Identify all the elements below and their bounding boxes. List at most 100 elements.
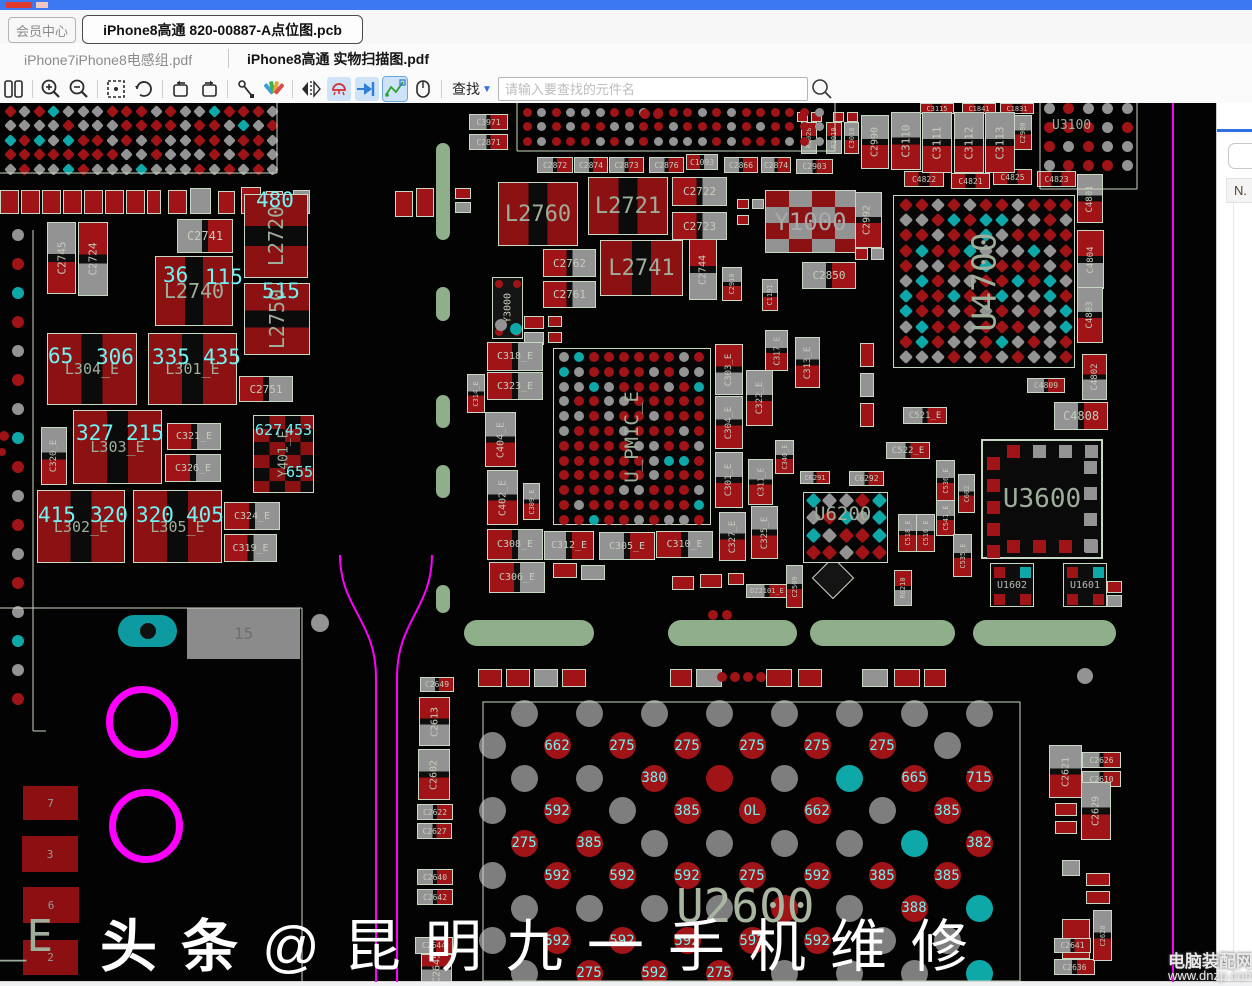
component-L2721[interactable]: L2721 bbox=[588, 177, 668, 235]
component-DZ2101_E[interactable]: DZ2101_E bbox=[746, 584, 788, 598]
component-C308_E[interactable]: C308_E bbox=[487, 529, 543, 560]
component-C541_E[interactable]: C541_E bbox=[936, 500, 955, 536]
component-C321_E[interactable]: C321_E bbox=[167, 423, 221, 450]
component-C2871[interactable]: C2871 bbox=[469, 134, 508, 150]
marquee-zoom-icon[interactable] bbox=[104, 77, 128, 101]
component-C2741[interactable]: C2741 bbox=[177, 219, 233, 253]
component-R6210[interactable]: R6210 bbox=[894, 570, 912, 606]
component-C2761[interactable]: C2761 bbox=[543, 281, 596, 308]
component-C2640[interactable]: C2640 bbox=[417, 869, 453, 885]
component-C535_E[interactable]: C535_E bbox=[953, 534, 972, 577]
search-input[interactable] bbox=[498, 77, 808, 101]
component-C2629[interactable]: C2629 bbox=[1081, 782, 1111, 840]
component-C327_E[interactable]: C327_E bbox=[719, 512, 746, 561]
component-C4808[interactable]: C4808 bbox=[1054, 402, 1108, 430]
component-C2509[interactable]: C2509 bbox=[786, 565, 803, 608]
component-C1093[interactable]: C1093 bbox=[686, 154, 718, 170]
component-C340_E[interactable]: C340_E bbox=[775, 440, 794, 474]
component-C325_E[interactable]: C325_E bbox=[751, 506, 778, 559]
component-C319_E[interactable]: C319_E bbox=[224, 534, 277, 562]
bga-u4700[interactable]: U4700 bbox=[893, 195, 1075, 368]
component-C303_E[interactable]: C303_E bbox=[715, 344, 743, 395]
component-C314_E[interactable]: C314_E bbox=[467, 374, 485, 413]
component-C2636[interactable]: C2636 bbox=[1054, 959, 1095, 975]
component-C2992[interactable]: C2992 bbox=[852, 192, 882, 248]
component-C2627[interactable]: C2627 bbox=[417, 823, 452, 839]
tab-scan-pdf[interactable]: iPhone8高通 实物扫描图.pdf bbox=[247, 49, 429, 69]
component-C4822[interactable]: C4822 bbox=[904, 171, 944, 187]
component-C1191[interactable]: C1191 bbox=[762, 279, 778, 311]
component-C313_E[interactable]: C313_E bbox=[795, 337, 820, 388]
bga-u3100[interactable]: U3100 bbox=[1040, 103, 1137, 189]
component-diamond[interactable] bbox=[812, 557, 854, 599]
component-C4821[interactable]: C4821 bbox=[951, 173, 990, 189]
component-C2903[interactable]: C2903 bbox=[796, 159, 833, 174]
component-C521_E[interactable]: C521_E bbox=[903, 407, 947, 424]
component-C320_E[interactable]: C320_E bbox=[41, 427, 67, 485]
component-Y1000[interactable]: Y1000 bbox=[765, 190, 856, 253]
window-titlebar[interactable] bbox=[0, 0, 1252, 10]
bga-tl[interactable] bbox=[0, 103, 278, 173]
component-C2622[interactable]: C2622 bbox=[417, 804, 453, 820]
component-C2621[interactable]: C2621 bbox=[1049, 745, 1082, 798]
member-center-button[interactable]: 会员中心 bbox=[8, 17, 76, 43]
component-C2745[interactable]: C2745 bbox=[47, 222, 76, 294]
component-C602[interactable]: C602 bbox=[958, 474, 975, 513]
component-C6291[interactable]: C6291 bbox=[800, 471, 830, 484]
mirror-flip-icon[interactable] bbox=[299, 77, 323, 101]
component-C305_E[interactable]: C305_E bbox=[599, 532, 655, 560]
component-C2873[interactable]: C2873 bbox=[609, 157, 644, 173]
component-C318_E[interactable]: C318_E bbox=[487, 342, 543, 371]
zoom-out-icon[interactable] bbox=[67, 77, 91, 101]
component-C2850[interactable]: C2850 bbox=[802, 262, 856, 289]
component-C3112[interactable]: C3112 bbox=[954, 112, 984, 173]
chevron-down-icon[interactable]: ▼ bbox=[482, 84, 492, 95]
component-C516_E[interactable]: C516_E bbox=[916, 514, 935, 552]
zoom-in-icon[interactable] bbox=[39, 77, 63, 101]
component-C2876[interactable]: C2876 bbox=[649, 157, 684, 173]
component-C2602[interactable]: C2602 bbox=[418, 749, 450, 800]
component-C404_E[interactable]: C404_E bbox=[485, 412, 516, 467]
pcb-file-tab[interactable]: iPhone8高通 820-00887-A点位图.pcb bbox=[82, 15, 363, 44]
component-C323_E[interactable]: C323_E bbox=[487, 372, 543, 400]
component-C3113[interactable]: C3113 bbox=[985, 112, 1015, 173]
diode-step-icon[interactable] bbox=[355, 77, 379, 101]
component-C4809[interactable]: C4809 bbox=[1027, 378, 1065, 393]
component-C6292[interactable]: C6292 bbox=[849, 471, 884, 486]
component-C3110[interactable]: C3110 bbox=[891, 112, 921, 170]
component-C2723[interactable]: C2723 bbox=[672, 212, 727, 240]
measure-icon[interactable] bbox=[383, 77, 407, 101]
component-C4804[interactable]: C4804 bbox=[1077, 230, 1104, 289]
panel-search-box[interactable] bbox=[1228, 143, 1252, 169]
component-C2641[interactable]: C2641 bbox=[1054, 938, 1091, 953]
component-C4803[interactable]: C4803 bbox=[1077, 287, 1103, 343]
component-C3971[interactable]: C3971 bbox=[469, 114, 508, 130]
component-C301_E[interactable]: C301_E bbox=[715, 452, 743, 508]
component-C536_E[interactable]: C536_E bbox=[936, 460, 955, 501]
component-C4802[interactable]: C4802 bbox=[1082, 354, 1107, 400]
find-label[interactable]: 查找 bbox=[452, 79, 480, 99]
search-icon[interactable] bbox=[810, 77, 834, 101]
connector-pin-3[interactable]: 3 bbox=[22, 836, 78, 872]
component-C2649[interactable]: C2649 bbox=[420, 677, 454, 692]
rotate-icon[interactable] bbox=[132, 77, 156, 101]
bga-u6200[interactable]: U6200 bbox=[803, 492, 888, 563]
component-C2762[interactable]: C2762 bbox=[543, 249, 596, 277]
pcb-canvas[interactable]: C2741C2722C2723C2762C2761C2850C2751C321_… bbox=[0, 103, 1216, 982]
component-C2724[interactable]: C2724 bbox=[78, 222, 108, 296]
connector-pin-7[interactable]: 7 bbox=[23, 786, 78, 820]
component-C2722[interactable]: C2722 bbox=[672, 177, 727, 206]
component-C326_E[interactable]: C326_E bbox=[165, 454, 221, 482]
component-C311_E[interactable]: C311_E bbox=[748, 459, 773, 505]
component-C2874[interactable]: C2874 bbox=[761, 157, 791, 173]
component-L2760[interactable]: L2760 bbox=[498, 182, 578, 246]
component-C324_E[interactable]: C324_E bbox=[224, 502, 280, 530]
rotate-left-icon[interactable] bbox=[169, 77, 193, 101]
component-C3111[interactable]: C3111 bbox=[922, 112, 952, 173]
tab-inductor-pdf[interactable]: iPhone7iPhone8电感组.pdf bbox=[24, 50, 192, 70]
component-C2744[interactable]: C2744 bbox=[689, 239, 717, 300]
bga-tm[interactable] bbox=[517, 104, 835, 151]
component-C2910[interactable]: C2910 bbox=[722, 267, 742, 301]
component-L2741[interactable]: L2741 bbox=[600, 240, 683, 296]
component-C309_E[interactable]: C309_E bbox=[523, 483, 540, 520]
